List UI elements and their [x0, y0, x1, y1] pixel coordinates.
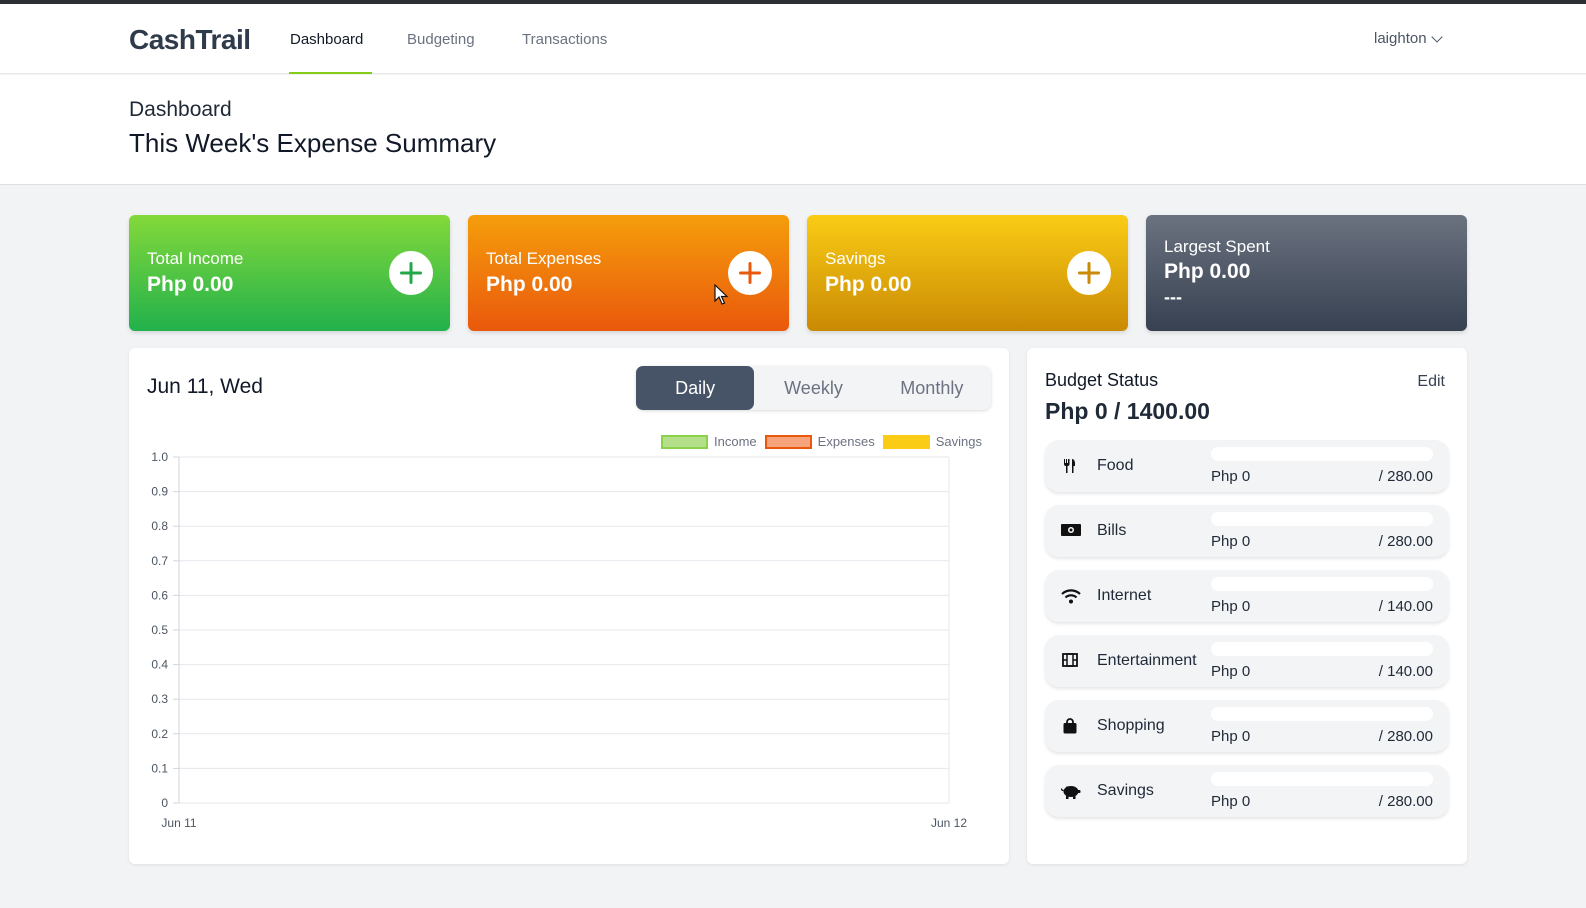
card-amount: Php 0.00: [1164, 260, 1251, 283]
budget-category: Bills: [1097, 522, 1127, 539]
budget-limit: / 280.00: [1378, 728, 1433, 745]
y-tick-label: 0.8: [151, 519, 168, 533]
card-amount: Php 0.00: [486, 273, 573, 296]
budget-total: Php 0 / 1400.00: [1045, 398, 1210, 424]
add-income-button[interactable]: [389, 251, 433, 295]
budget-limit: / 140.00: [1378, 663, 1433, 680]
active-nav-indicator: [289, 72, 372, 74]
user-menu[interactable]: laighton: [1374, 30, 1443, 47]
budget-limit: / 280.00: [1378, 468, 1433, 485]
add-expense-button[interactable]: [728, 251, 772, 295]
budget-category: Entertainment: [1097, 652, 1197, 669]
money-bill-icon: [1061, 523, 1081, 541]
utensils-icon: [1061, 458, 1079, 476]
card-label: Total Expenses: [486, 249, 602, 268]
y-tick-label: 0.5: [151, 623, 168, 637]
budget-category: Savings: [1097, 782, 1154, 799]
budget-progress-bar: [1211, 772, 1433, 786]
budget-progress-bar: [1211, 707, 1433, 721]
budget-limit: / 140.00: [1378, 598, 1433, 615]
budget-row-savings[interactable]: Savings Php 0 / 280.00: [1045, 765, 1449, 817]
budget-limit: / 280.00: [1378, 793, 1433, 810]
page-title: This Week's Expense Summary: [129, 128, 497, 158]
chevron-down-icon: [1430, 30, 1443, 43]
y-tick-label: 1.0: [151, 450, 168, 464]
x-tick-label: Jun 11: [161, 816, 196, 830]
budget-row-food[interactable]: Food Php 0 / 280.00: [1045, 440, 1449, 492]
total-expenses-card: Total Expenses Php 0.00: [468, 215, 789, 331]
y-tick-label: 0.6: [151, 588, 168, 602]
y-tick-label: 0.4: [151, 658, 168, 672]
mouse-cursor-icon: [714, 284, 729, 305]
nav-transactions[interactable]: Transactions: [522, 31, 607, 48]
breadcrumb: Dashboard: [129, 98, 232, 121]
budget-spent: Php 0: [1211, 663, 1251, 680]
budget-category: Internet: [1097, 587, 1152, 604]
budget-spent: Php 0: [1211, 728, 1251, 745]
y-tick-label: 0: [161, 796, 168, 810]
nav-budgeting[interactable]: Budgeting: [407, 31, 475, 48]
piggy-bank-icon: [1060, 783, 1081, 801]
budget-spent: Php 0: [1211, 793, 1251, 810]
total-income-card: Total Income Php 0.00: [129, 215, 450, 331]
x-tick-label: Jun 12: [931, 816, 967, 830]
budget-spent: Php 0: [1211, 533, 1251, 550]
budget-row-shopping[interactable]: Shopping Php 0 / 280.00: [1045, 700, 1449, 752]
card-label: Largest Spent: [1164, 237, 1270, 256]
budget-category: Food: [1097, 457, 1134, 474]
budget-panel: Budget Status Php 0 / 1400.00 Edit Food …: [1027, 348, 1467, 864]
budget-row-internet[interactable]: Internet Php 0 / 140.00: [1045, 570, 1449, 622]
page-header: Dashboard This Week's Expense Summary: [0, 75, 1586, 185]
y-tick-label: 0.2: [151, 727, 168, 741]
y-tick-label: 0.1: [151, 761, 168, 775]
budget-progress-bar: [1211, 577, 1433, 591]
largest-spent-card: Largest Spent Php 0.00 ---: [1146, 215, 1467, 331]
card-label: Total Income: [147, 249, 244, 268]
y-tick-label: 0.9: [151, 485, 168, 499]
budget-category: Shopping: [1097, 717, 1165, 734]
wifi-icon: [1061, 588, 1081, 606]
card-amount: Php 0.00: [147, 273, 234, 296]
shopping-bag-icon: [1061, 718, 1079, 736]
y-tick-label: 0.7: [151, 554, 168, 568]
budget-spent: Php 0: [1211, 598, 1251, 615]
film-icon: [1061, 653, 1079, 671]
navbar: CashTrail Dashboard Budgeting Transactio…: [0, 4, 1586, 74]
savings-card: Savings Php 0.00: [807, 215, 1128, 331]
username: laighton: [1374, 30, 1427, 47]
budget-progress-bar: [1211, 512, 1433, 526]
budget-spent: Php 0: [1211, 468, 1251, 485]
edit-budget-button[interactable]: Edit: [1417, 373, 1445, 391]
card-detail: ---: [1164, 287, 1182, 307]
budget-limit: / 280.00: [1378, 533, 1433, 550]
budget-row-entertainment[interactable]: Entertainment Php 0 / 140.00: [1045, 635, 1449, 687]
nav-dashboard[interactable]: Dashboard: [290, 31, 363, 48]
add-savings-button[interactable]: [1067, 251, 1111, 295]
app-logo[interactable]: CashTrail: [129, 24, 251, 56]
budget-progress-bar: [1211, 642, 1433, 656]
card-label: Savings: [825, 249, 886, 268]
y-tick-label: 0.3: [151, 692, 168, 706]
expense-chart: 0 0.1 0.2 0.3 0.4 0.5 0.6 0.7 0.8 0.9 1.0 Jun 11 Jun…: [151, 450, 967, 830]
budget-row-bills[interactable]: Bills Php 0 / 280.00: [1045, 505, 1449, 557]
card-amount: Php 0.00: [825, 273, 912, 296]
budget-title: Budget Status: [1045, 370, 1159, 390]
chart-panel: Jun 11, Wed Daily Weekly Monthly Income …: [129, 348, 1009, 864]
budget-progress-bar: [1211, 447, 1433, 461]
